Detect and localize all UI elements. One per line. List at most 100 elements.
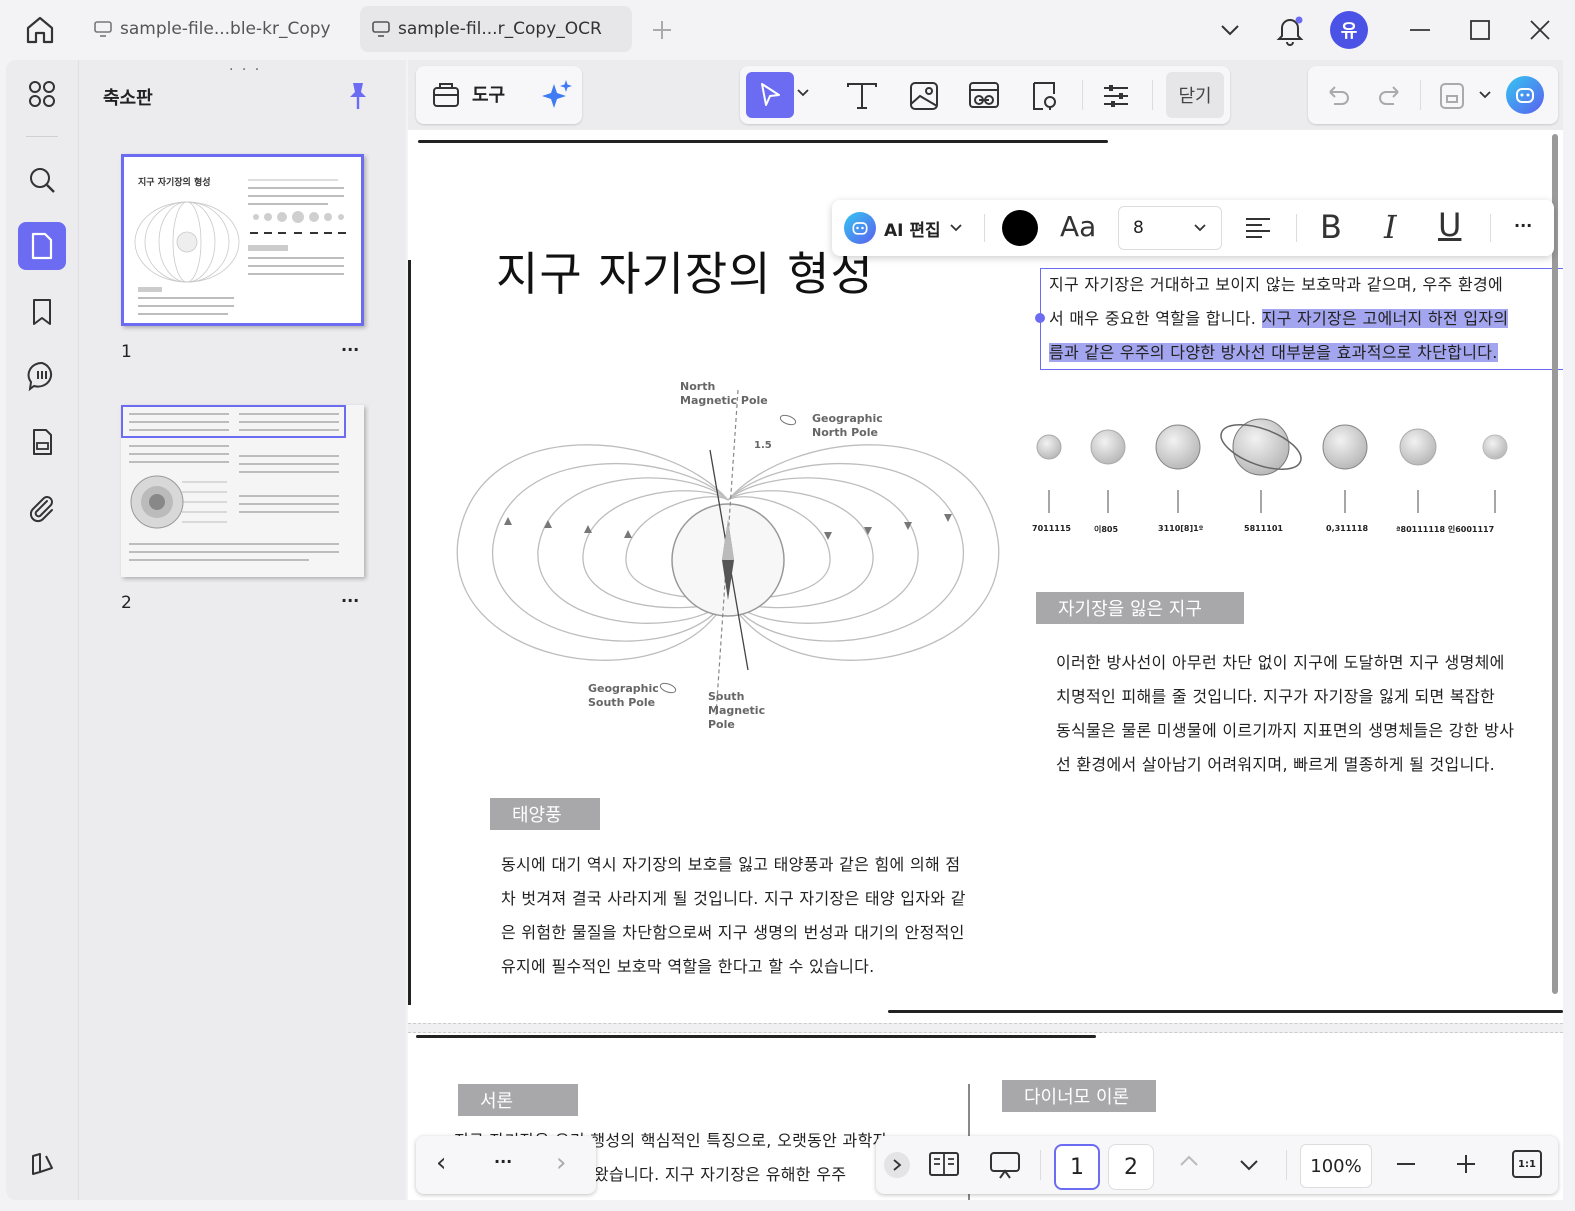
maximize-icon[interactable]	[1460, 10, 1500, 50]
title-bar: sample-file...ble-kr_Copy sample-fil...r…	[0, 0, 1575, 58]
page-down-chevron-icon[interactable]	[1238, 1158, 1260, 1172]
page-thumbnail-2[interactable]	[121, 405, 364, 577]
intro-highlight-3: 름과 같은 우주의 다양한 방사선 대부분을 효과적으로 차단합니다.	[1049, 343, 1498, 362]
label-line: Pole	[708, 718, 735, 731]
south-magnetic-pole-label: South Magnetic Pole	[708, 690, 765, 732]
planet-label-5: 0,311118	[1326, 524, 1369, 533]
ai-assistant-icon[interactable]	[18, 1140, 66, 1188]
close-edit-button[interactable]: 닫기	[1166, 72, 1224, 118]
intro-text[interactable]: 지구 자기장은 거대하고 보이지 않는 보호막과 같으며, 우주 환경에 서 매…	[1049, 268, 1563, 370]
decorative-rule	[888, 1010, 1563, 1013]
page-number-1: 1	[121, 342, 132, 362]
save-icon[interactable]	[1432, 76, 1472, 116]
ai-sparkle-icon[interactable]	[540, 78, 574, 112]
geographic-south-pole-label: Geographic South Pole	[588, 682, 659, 710]
tab-file-2[interactable]: sample-fil...r_Copy_OCR	[360, 6, 632, 52]
tools-group: 도구	[416, 66, 582, 124]
text-line: 선 환경에서 살아남기 어려워지며, 빠르게 멸종하게 될 것입니다.	[1056, 755, 1495, 774]
tilt-angle-label: 1.5	[754, 440, 772, 451]
save-dropdown-chevron-icon[interactable]	[1478, 90, 1492, 100]
more-options-button[interactable]: ···	[1514, 216, 1532, 235]
attachment-icon[interactable]	[18, 484, 66, 532]
page-up-chevron-icon[interactable]	[1178, 1154, 1200, 1168]
font-size-chevron-icon	[1193, 223, 1207, 233]
search-icon[interactable]	[18, 156, 66, 204]
next-page-button[interactable]: ›	[556, 1148, 566, 1178]
toolbar-divider	[1040, 1150, 1041, 1180]
page-thumbnail-1[interactable]: 지구 자기장의 형성	[121, 154, 364, 326]
expand-chevron-icon[interactable]	[884, 1152, 910, 1178]
page-layout-icon[interactable]	[928, 1150, 960, 1178]
notification-bell-icon[interactable]	[1270, 10, 1310, 50]
settings-sliders-icon[interactable]	[1096, 76, 1136, 116]
label-line: Magnetic	[708, 704, 766, 717]
text-line: 동시에 대기 역시 자기장의 보호를 잃고 태양풍과 같은 힘에 의해 점	[501, 855, 961, 874]
text-tool-icon[interactable]	[842, 76, 882, 116]
redo-icon[interactable]	[1370, 76, 1410, 116]
font-family-button[interactable]: Aa	[1060, 210, 1096, 243]
thumbnails-page-icon[interactable]	[18, 222, 66, 270]
page-2-more-icon[interactable]: ···	[341, 591, 359, 610]
watermark-tool-icon[interactable]	[1024, 76, 1064, 116]
rail-divider	[26, 136, 58, 137]
image-tool-icon[interactable]	[904, 76, 944, 116]
select-cursor-icon[interactable]	[746, 72, 794, 118]
close-window-icon[interactable]	[1520, 10, 1560, 50]
avatar[interactable]: 유	[1330, 11, 1368, 49]
ai-assistant-orb-icon[interactable]	[1506, 76, 1544, 114]
zoom-in-icon[interactable]	[1454, 1152, 1478, 1176]
geographic-north-pole-label: Geographic North Pole	[812, 412, 883, 440]
page-button-1[interactable]: 1	[1054, 1144, 1100, 1190]
toolbox-icon	[430, 78, 462, 110]
italic-button[interactable]: I	[1384, 208, 1397, 246]
bookmark-icon[interactable]	[18, 288, 66, 336]
north-magnetic-pole-label: North Magnetic Pole	[680, 380, 768, 408]
font-size-select[interactable]: 8	[1118, 206, 1222, 250]
form-icon[interactable]	[18, 418, 66, 466]
tab-file-1[interactable]: sample-file...ble-kr_Copy	[82, 6, 352, 52]
section-label-intro: 서론	[458, 1084, 578, 1116]
font-size-value: 8	[1133, 218, 1144, 238]
label-line: North Pole	[812, 426, 878, 439]
zoom-level-input[interactable]: 100%	[1300, 1144, 1372, 1188]
text-color-swatch[interactable]	[1002, 210, 1038, 246]
page-nav-bar: ‹ ··· ›	[416, 1136, 596, 1194]
selection-handle[interactable]	[1035, 313, 1045, 323]
document-canvas: 지구 자기장의 형성 지구 자기장은 거대하고 보이지 않는 보호막과 같으며,…	[408, 130, 1563, 1200]
apps-grid-icon[interactable]	[18, 70, 66, 118]
link-tool-icon[interactable]	[964, 76, 1004, 116]
comment-icon[interactable]	[18, 352, 66, 400]
underline-button[interactable]: U	[1438, 206, 1461, 244]
new-tab-plus-icon[interactable]	[648, 16, 676, 44]
edit-tools-group: 닫기	[740, 66, 1230, 124]
intro-line-1: 지구 자기장은 거대하고 보이지 않는 보호막과 같으며, 우주 환경에	[1049, 275, 1504, 294]
home-icon[interactable]	[22, 12, 58, 48]
scrollbar-thumb[interactable]	[1552, 134, 1558, 994]
page-1-more-icon[interactable]: ···	[341, 340, 359, 359]
tabs-dropdown-chevron-icon[interactable]	[1210, 10, 1250, 50]
minimize-icon[interactable]	[1400, 10, 1440, 50]
ai-edit-button[interactable]: AI 편집	[844, 210, 963, 246]
panel-resize-handle[interactable]: · · ·	[229, 62, 261, 78]
toolbar-divider	[1296, 214, 1297, 242]
select-dropdown-chevron-icon[interactable]	[796, 88, 810, 98]
bold-button[interactable]: B	[1320, 208, 1342, 246]
toolbar-divider	[984, 214, 985, 242]
pin-icon[interactable]	[345, 80, 371, 112]
toolbar-divider	[1082, 80, 1083, 110]
prev-page-button[interactable]: ‹	[436, 1148, 446, 1178]
text-line: 유지에 필수적인 보호막 역할을 한다고 할 수 있습니다.	[501, 957, 875, 976]
planet-label-4: 5811101	[1244, 524, 1283, 533]
toolbar-divider	[1152, 80, 1153, 110]
zoom-out-icon[interactable]	[1394, 1152, 1418, 1176]
tools-button[interactable]: 도구	[430, 78, 505, 110]
actual-size-button[interactable]: 1:1	[1512, 1150, 1542, 1178]
nav-more-button[interactable]: ···	[494, 1152, 512, 1171]
align-left-icon[interactable]	[1244, 214, 1272, 242]
decorative-rule	[418, 140, 1108, 143]
undo-icon[interactable]	[1318, 76, 1358, 116]
section-label-lost-field: 자기장을 잃은 지구	[1036, 592, 1244, 624]
presentation-icon[interactable]	[988, 1150, 1022, 1180]
page-button-2[interactable]: 2	[1108, 1144, 1154, 1190]
vertical-scrollbar[interactable]	[1550, 130, 1560, 1200]
